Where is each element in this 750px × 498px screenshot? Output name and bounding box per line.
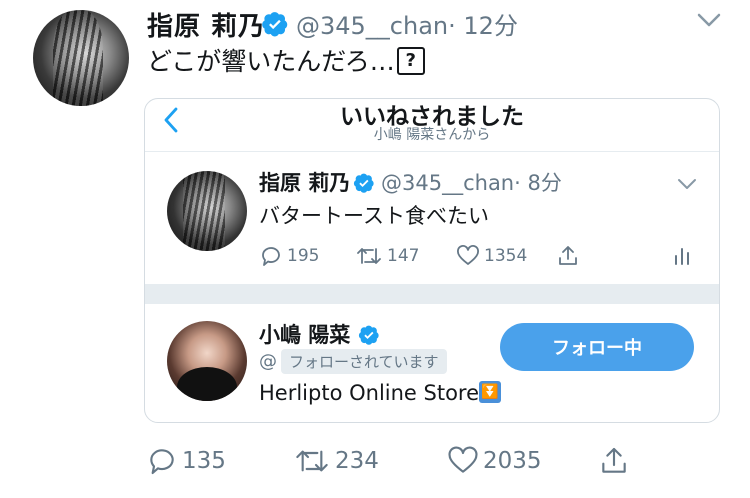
inner-author-avatar (167, 171, 247, 251)
user-bio-text: Herlipto Online Store (259, 381, 480, 405)
inner-retweet-count: 147 (387, 246, 420, 266)
reply-icon (150, 449, 174, 475)
inner-analytics-action (670, 244, 694, 268)
reply-icon (262, 247, 280, 266)
heart-icon (448, 446, 478, 473)
unknown-emoji-box: ? (396, 47, 425, 75)
share-icon (559, 246, 577, 265)
like-count: 2035 (483, 448, 542, 474)
author-handle: @345__chan (296, 12, 449, 40)
inner-like-action: 1354 (456, 244, 527, 268)
inner-time: · 8分 (514, 171, 562, 195)
retweet-count: 234 (335, 448, 379, 474)
user-handle-prefix: @ (259, 351, 277, 372)
heart-icon (457, 245, 479, 265)
inner-share-action (556, 244, 580, 268)
chevron-down-icon (678, 179, 696, 189)
author-handle-time: @345__chan· 12分 (296, 6, 518, 41)
user-avatar (167, 321, 247, 401)
card-subtitle: 小嶋 陽菜さんから (373, 127, 491, 143)
reply-count: 135 (182, 448, 226, 474)
tweet-text: どこが響いたんだろ…? (147, 42, 425, 78)
like-action[interactable]: 2035 (447, 445, 542, 477)
inner-reply-action: 195 (259, 244, 319, 268)
retweet-icon (357, 248, 381, 264)
verified-badge-icon (358, 325, 379, 345)
verified-badge-icon (353, 173, 374, 193)
inner-tweet-text: バタートースト食べたい (259, 204, 489, 228)
user-bio: Herlipto Online Store ⏬ (259, 381, 502, 405)
inner-reply-count: 195 (287, 246, 320, 266)
follows-you-badge: フォローされています (281, 349, 447, 374)
section-separator (145, 284, 719, 304)
card-divider (145, 151, 719, 152)
author-name[interactable]: 指原 莉乃 (147, 6, 265, 43)
verified-badge-icon (262, 12, 288, 37)
screenshot-card[interactable]: いいねされました 小嶋 陽菜さんから 指原 莉乃 @345__chan· 8分 … (144, 98, 720, 423)
user-name: 小嶋 陽菜 (259, 323, 351, 347)
share-icon (602, 447, 626, 473)
tweet-time: · 12分 (448, 12, 518, 40)
tweet-text-body: どこが響いたんだろ… (147, 47, 395, 76)
chevron-down-icon[interactable] (696, 10, 722, 30)
author-avatar[interactable] (33, 10, 129, 106)
inner-retweet-action: 147 (355, 244, 419, 268)
down-arrow-emoji-icon: ⏬ (479, 381, 502, 403)
retweet-icon (296, 450, 328, 472)
inner-handle-time: @345__chan· 8分 (381, 167, 562, 197)
analytics-icon (675, 248, 689, 265)
inner-author-name: 指原 莉乃 (259, 171, 351, 195)
share-action[interactable] (598, 445, 630, 477)
following-button: フォロー中 (500, 323, 694, 371)
reply-action[interactable]: 135 (146, 445, 226, 477)
retweet-action[interactable]: 234 (293, 445, 379, 477)
inner-like-count: 1354 (484, 246, 528, 266)
inner-handle: @345__chan (381, 171, 515, 195)
